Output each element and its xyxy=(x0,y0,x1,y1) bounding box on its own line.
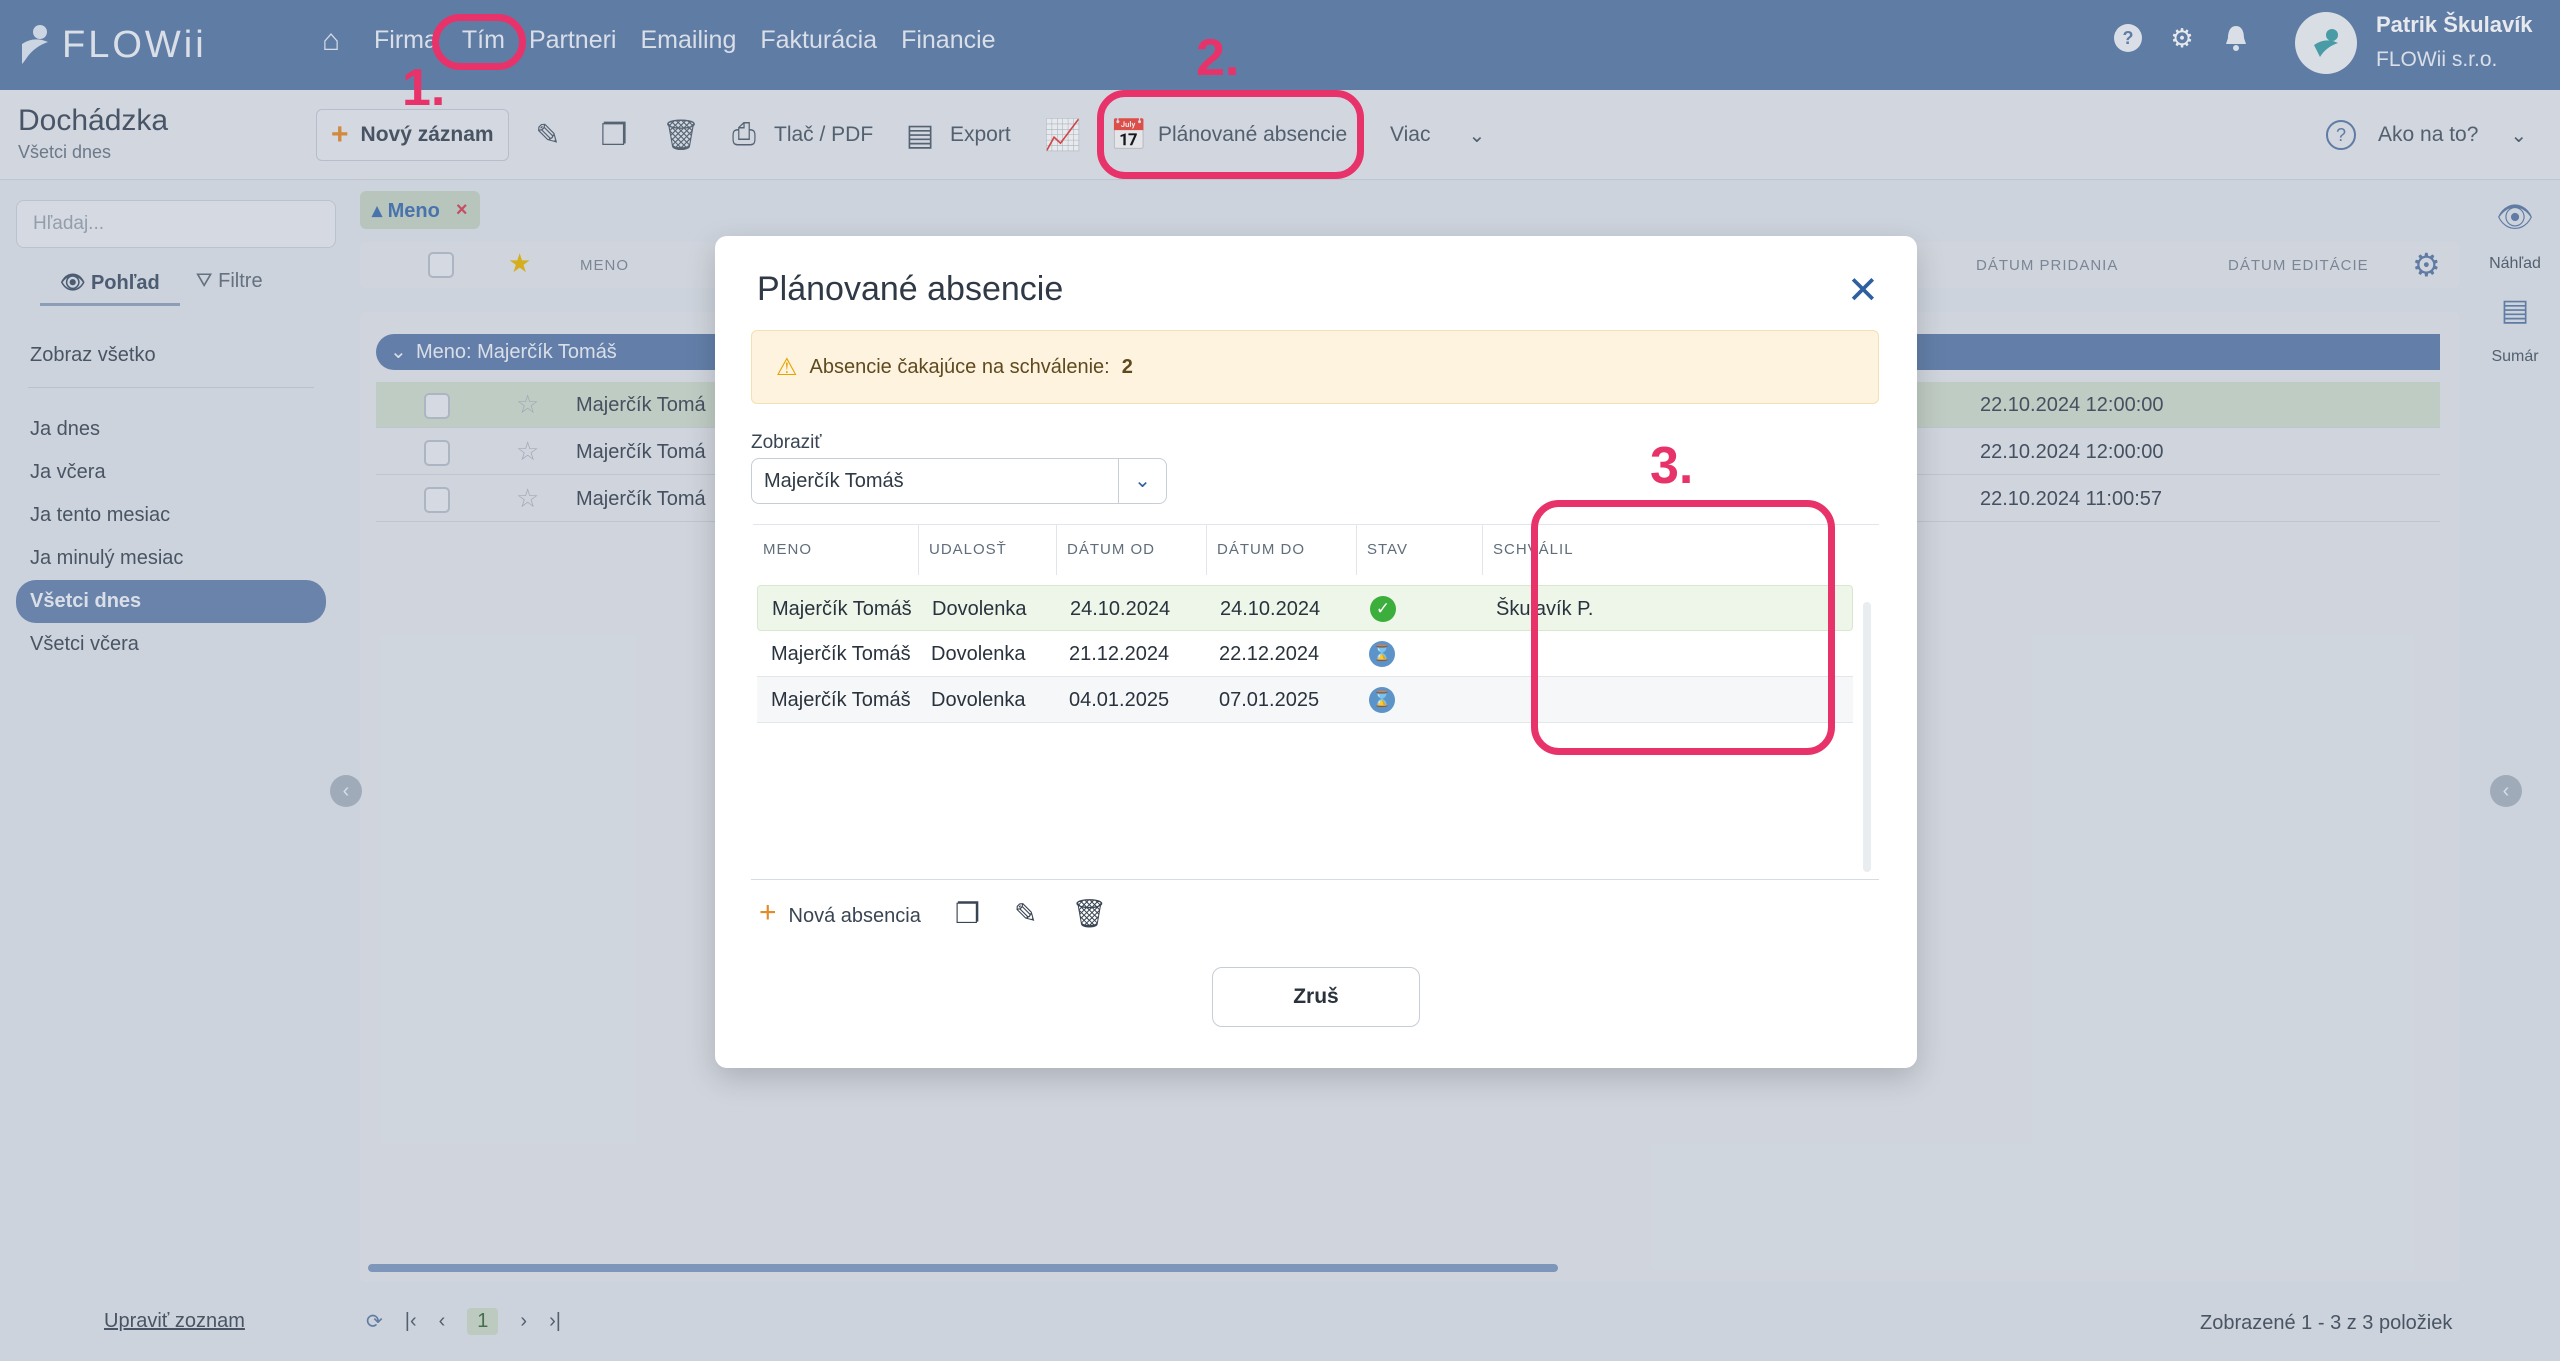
plus-icon: + xyxy=(759,896,777,929)
copy-icon[interactable]: ❐ xyxy=(955,897,980,930)
show-label: Zobraziť xyxy=(751,432,822,453)
divider xyxy=(751,879,1879,880)
col-date-to[interactable]: DÁTUM DO xyxy=(1207,525,1357,575)
col-event[interactable]: UDALOSŤ xyxy=(919,525,1057,575)
cell-name: Majerčík Tomáš xyxy=(771,689,911,711)
cell-from: 21.12.2024 xyxy=(1069,643,1170,665)
alert-count: 2 xyxy=(1121,355,1133,378)
cell-name: Majerčík Tomáš xyxy=(772,598,912,620)
col-status[interactable]: STAV xyxy=(1357,525,1483,575)
employee-select-value: Majerčík Tomáš xyxy=(764,470,904,492)
col-name[interactable]: MENO xyxy=(753,525,919,575)
chevron-down-icon[interactable]: ⌄ xyxy=(1118,459,1166,503)
warning-icon: ⚠ xyxy=(776,353,798,381)
hourglass-icon: ⌛ xyxy=(1369,687,1395,713)
new-absence-label: Nová absencia xyxy=(788,905,921,927)
cell-to: 07.01.2025 xyxy=(1219,689,1320,711)
new-absence-button[interactable]: + Nová absencia xyxy=(759,896,921,930)
dialog-actions: + Nová absencia ❐ ✎ 🗑 xyxy=(759,888,1107,938)
cell-to: 22.12.2024 xyxy=(1219,643,1320,665)
vertical-scrollbar[interactable] xyxy=(1863,602,1871,872)
trash-icon[interactable]: 🗑 xyxy=(1071,897,1107,930)
cell-event: Dovolenka xyxy=(932,598,1027,620)
cell-from: 24.10.2024 xyxy=(1070,598,1171,620)
approved-check-icon: ✓ xyxy=(1370,596,1396,622)
annotation-number-1: 1. xyxy=(402,59,446,117)
annotation-highlight-2 xyxy=(1097,90,1364,179)
cell-name: Majerčík Tomáš xyxy=(771,643,911,665)
annotation-number-3: 3. xyxy=(1650,437,1694,495)
annotation-highlight-1 xyxy=(432,14,526,70)
pencil-icon[interactable]: ✎ xyxy=(1014,897,1037,930)
alert-text: Absencie čakajúce na schválenie: xyxy=(809,355,1110,378)
cell-from: 04.01.2025 xyxy=(1069,689,1170,711)
dialog-title: Plánované absencie xyxy=(757,270,1064,308)
col-date-from[interactable]: DÁTUM OD xyxy=(1057,525,1207,575)
cancel-button[interactable]: Zruš xyxy=(1212,967,1420,1027)
annotation-highlight-3 xyxy=(1531,500,1835,755)
cell-event: Dovolenka xyxy=(931,689,1026,711)
cell-event: Dovolenka xyxy=(931,643,1026,665)
pending-alert: ⚠ Absencie čakajúce na schválenie: 2 xyxy=(751,330,1879,404)
close-icon[interactable]: ✕ xyxy=(1847,268,1879,313)
cell-to: 24.10.2024 xyxy=(1220,598,1321,620)
employee-select[interactable]: Majerčík Tomáš ⌄ xyxy=(751,458,1167,504)
hourglass-icon: ⌛ xyxy=(1369,641,1395,667)
annotation-number-2: 2. xyxy=(1196,29,1240,87)
